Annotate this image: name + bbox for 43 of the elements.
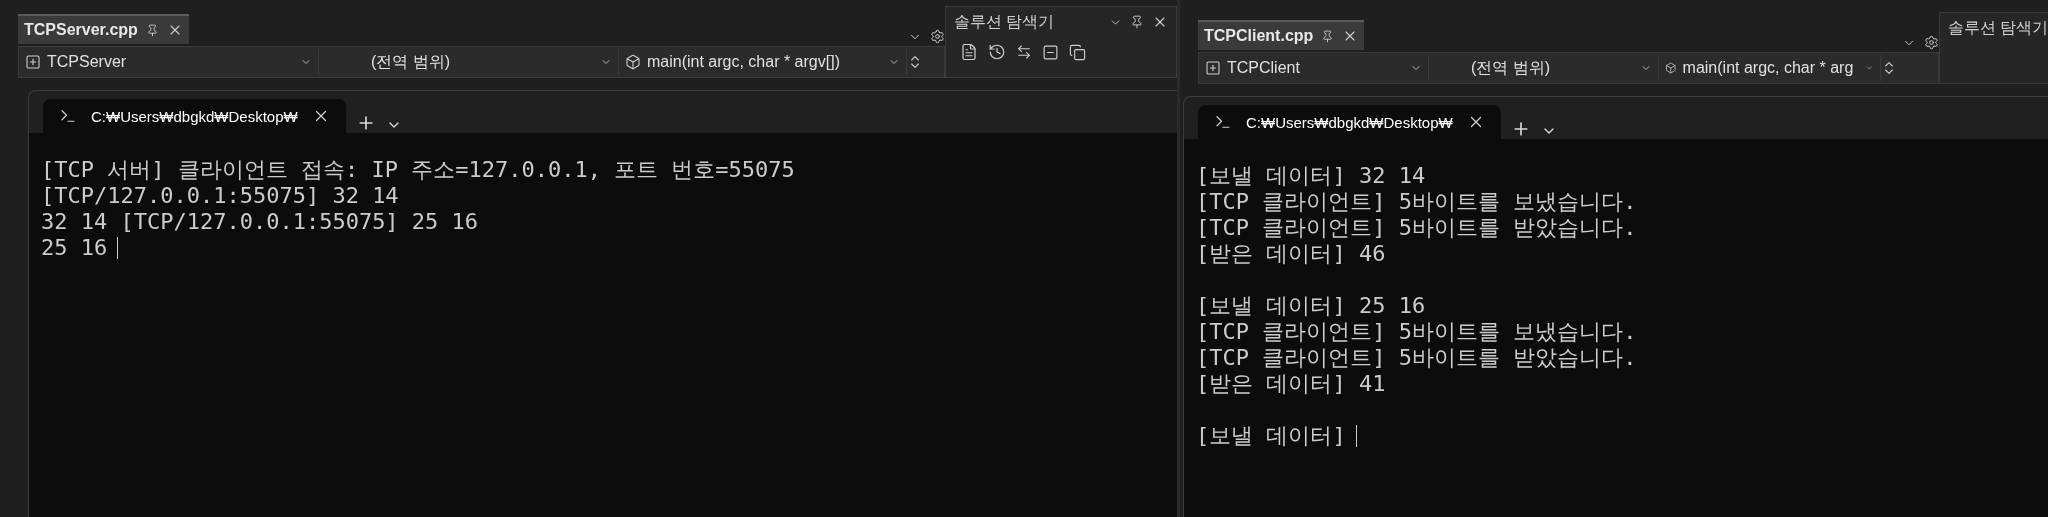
output-line: [보낼 데이터] 25 16 <box>1196 293 1426 319</box>
project-icon <box>1205 60 1221 76</box>
file-tab-label: TCPServer.cpp <box>24 21 138 39</box>
output-line: 32 14 [TCP/127.0.0.1:55075] 25 16 <box>41 209 479 235</box>
scope-dropdown[interactable]: (전역 범위) <box>319 49 619 75</box>
cube-icon <box>1665 60 1677 76</box>
member-dropdown[interactable]: main(int argc, char * argv[]) <box>619 49 907 75</box>
output-line: [TCP 서버] 클라이언트 접속: IP 주소=127.0.0.1, 포트 번호=55075 <box>41 157 795 183</box>
pin-icon[interactable] <box>145 23 159 37</box>
terminal-icon <box>1214 113 1232 131</box>
settings-icon[interactable] <box>930 29 945 44</box>
copy-icon[interactable] <box>1069 43 1086 61</box>
output-line: [TCP 클라이언트] 5바이트를 보냈습니다. <box>1196 189 1637 215</box>
pin-icon[interactable] <box>1321 29 1335 43</box>
file-tab[interactable]: TCPClient.cpp <box>1198 20 1365 50</box>
file-tab-label: TCPClient.cpp <box>1204 27 1314 45</box>
settings-icon[interactable] <box>1924 35 1939 50</box>
solution-icon[interactable] <box>960 43 978 61</box>
output-line: [TCP 클라이언트] 5바이트를 받았습니다. <box>1196 215 1637 241</box>
output-line: 25 16 <box>41 235 108 261</box>
explorer-title: 솔루션 탐색기 <box>954 11 1055 32</box>
project-icon <box>25 54 41 70</box>
collapse-icon[interactable] <box>1042 43 1059 61</box>
output-line: [TCP 클라이언트] 5바이트를 받았습니다. <box>1196 345 1637 371</box>
project-dropdown[interactable]: TCPClient <box>1199 55 1429 81</box>
terminal-tab[interactable]: C:₩Users₩dbgkd₩Desktop₩ <box>1198 105 1501 139</box>
output-line: [보낼 데이터] 32 14 <box>1196 163 1426 189</box>
output-line: [받은 데이터] 46 <box>1196 241 1386 267</box>
sync-icon[interactable] <box>1016 44 1032 60</box>
scope-dropdown[interactable]: (전역 범위) <box>1429 55 1659 81</box>
cube-icon <box>625 54 641 70</box>
output-line: [TCP 클라이언트] 5바이트를 보냈습니다. <box>1196 319 1637 345</box>
file-tab[interactable]: TCPServer.cpp <box>18 14 189 44</box>
output-line: [보낼 데이터] <box>1196 423 1346 449</box>
output-line: [받은 데이터] 41 <box>1196 371 1386 397</box>
pin-icon[interactable] <box>1130 15 1144 29</box>
output-line: [TCP/127.0.0.1:55075] 32 14 <box>41 183 399 209</box>
project-dropdown[interactable]: TCPServer <box>19 49 319 75</box>
explorer-title: 솔루션 탐색기 <box>1948 17 2048 38</box>
terminal-tab[interactable]: C:₩Users₩dbgkd₩Desktop₩ <box>43 99 346 133</box>
history-icon[interactable] <box>988 43 1006 61</box>
terminal-icon <box>59 107 77 125</box>
member-dropdown[interactable]: main(int argc, char * arg <box>1659 55 1881 81</box>
